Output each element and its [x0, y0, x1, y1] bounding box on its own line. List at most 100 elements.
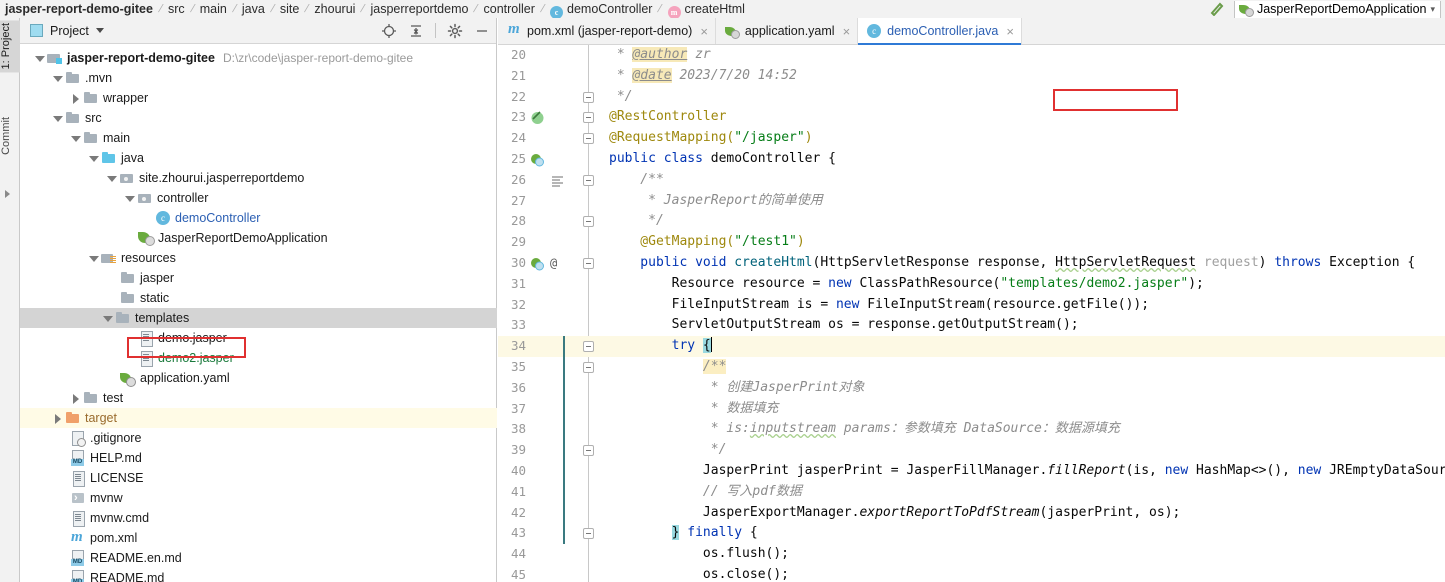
chevron-expanded-icon[interactable] [88, 153, 99, 164]
hammer-icon[interactable] [1210, 0, 1226, 18]
tree-row-src[interactable]: src [20, 108, 497, 128]
breadcrumb-item-src[interactable]: src [167, 0, 186, 18]
tree-row-jasper[interactable]: jasper [20, 268, 497, 288]
editor-tab-pom-xml[interactable]: m pom.xml (jasper-report-demo) × [498, 18, 716, 44]
tree-row-mvnw[interactable]: mvnw [20, 488, 497, 508]
editor-tab-democontroller-java[interactable]: c demoController.java × [858, 18, 1022, 45]
tree-row-templates[interactable]: templates [20, 308, 497, 328]
fold-toggle-icon[interactable] [583, 341, 594, 353]
tree-row-pom-xml[interactable]: pom.xml [20, 528, 497, 548]
close-icon[interactable]: × [843, 25, 851, 38]
code-line-22: */ [609, 88, 633, 104]
override-marker-icon[interactable]: @ [550, 256, 565, 271]
spring-boot-icon [1238, 3, 1254, 17]
tree-row-mvnw-cmd[interactable]: mvnw.cmd [20, 508, 497, 528]
tree-row-site-zhourui-jasperreportdemo[interactable]: site.zhourui.jasperreportdemo [20, 168, 497, 188]
doc-comment-icon[interactable] [550, 173, 565, 188]
spring-bean-icon[interactable] [530, 110, 545, 125]
fold-toggle-icon[interactable] [583, 174, 594, 186]
fold-toggle-icon[interactable] [583, 133, 594, 145]
hide-panel-icon[interactable] [474, 23, 490, 39]
tree-row-democontroller[interactable]: c demoController [20, 208, 497, 228]
fold-toggle-icon[interactable] [583, 528, 594, 540]
run-configuration-selector[interactable]: JasperReportDemoApplication ▾ [1233, 0, 1441, 18]
chevron-collapsed-icon[interactable] [52, 413, 63, 424]
tree-row-jasper-report-demo-gitee[interactable]: jasper-report-demo-gitee D:\zr\code\jasp… [20, 48, 497, 68]
tree-row-readme-en-md[interactable]: README.en.md [20, 548, 497, 568]
fold-toggle-icon[interactable] [583, 445, 594, 457]
close-icon[interactable]: × [700, 25, 708, 38]
fold-toggle-icon[interactable] [583, 257, 594, 269]
breadcrumb-item-label: demoController [567, 1, 653, 16]
tree-row-mvn[interactable]: .mvn [20, 68, 497, 88]
spring-app-icon [138, 230, 155, 246]
editor-text-area[interactable]: * @author zr * @date 2023/7/20 14:52 */ … [605, 45, 1445, 582]
chevron-expanded-icon[interactable] [70, 133, 81, 144]
tree-row-jasperreportdemoapplication[interactable]: JasperReportDemoApplication [20, 228, 497, 248]
fold-toggle-icon[interactable] [583, 112, 594, 124]
chevron-expanded-icon[interactable] [34, 53, 45, 64]
tree-row-readme-md[interactable]: README.md [20, 568, 497, 582]
chevron-expanded-icon[interactable] [102, 313, 113, 324]
locate-icon[interactable] [381, 23, 397, 39]
editor-tab-application-yaml[interactable]: application.yaml × [715, 18, 859, 44]
tree-row-static[interactable]: static [20, 288, 497, 308]
fold-toggle-icon[interactable] [583, 91, 594, 103]
chevron-expanded-icon[interactable] [88, 253, 99, 264]
chevron-down-icon[interactable] [95, 28, 104, 33]
line-number: 44 [510, 546, 526, 562]
code-editor[interactable]: 20 21 22 23 24 25 26 27 28 29 30 @ 31 32… [498, 45, 1445, 582]
tree-row-demo-jasper[interactable]: demo.jasper [20, 328, 497, 348]
breadcrumb-item-createhtml[interactable]: m createHtml [667, 0, 746, 18]
editor-gutter[interactable]: 20 21 22 23 24 25 26 27 28 29 30 @ 31 32… [498, 45, 605, 582]
chevron-expanded-icon[interactable] [52, 73, 63, 84]
spring-component-icon[interactable] [530, 256, 545, 271]
line-number: 40 [510, 462, 526, 478]
tree-row-java[interactable]: java [20, 148, 497, 168]
tool-window-button-project[interactable]: 1: Project [0, 20, 20, 73]
tree-row-gitignore[interactable]: .gitignore [20, 428, 497, 448]
code-line-31: Resource resource = new ClassPathResourc… [609, 275, 1204, 291]
tree-row-resources[interactable]: resources [20, 248, 497, 268]
spring-component-icon[interactable] [530, 152, 545, 167]
breadcrumb-item-democontroller[interactable]: c demoController [549, 0, 653, 18]
breadcrumb-item-project[interactable]: jasper-report-demo-gitee [4, 0, 154, 18]
breadcrumb-item-site[interactable]: site [279, 0, 300, 18]
collapse-all-icon[interactable] [408, 23, 424, 39]
code-line-27: * JasperReport的简单使用 [609, 192, 823, 208]
tree-row-license[interactable]: LICENSE [20, 468, 497, 488]
breadcrumb-item-controller[interactable]: controller [483, 0, 536, 18]
tree-item-label: pom.xml [90, 531, 138, 545]
line-number: 23 [510, 109, 526, 125]
toolbar-divider [435, 23, 436, 38]
breadcrumb-item-main[interactable]: main [199, 0, 228, 18]
breadcrumb-item-jasperreportdemo[interactable]: jasperreportdemo [369, 0, 469, 18]
tool-window-button-commit[interactable]: Commit [0, 114, 20, 158]
chevron-expanded-icon[interactable] [106, 173, 117, 184]
tree-row-help-md[interactable]: HELP.md [20, 448, 497, 468]
close-icon[interactable]: × [1006, 25, 1014, 38]
chevron-collapsed-icon[interactable] [70, 93, 81, 104]
tree-row-test[interactable]: test [20, 388, 497, 408]
editor-tab-label: application.yaml [744, 24, 835, 38]
breadcrumb-item-java[interactable]: java [241, 0, 266, 18]
tree-row-controller[interactable]: controller [20, 188, 497, 208]
gutter-line: 34 [498, 336, 605, 357]
tree-row-target[interactable]: target [20, 408, 497, 428]
project-tree[interactable]: jasper-report-demo-gitee D:\zr\code\jasp… [20, 44, 497, 582]
tree-row-wrapper[interactable]: wrapper [20, 88, 497, 108]
chevron-expanded-icon[interactable] [52, 113, 63, 124]
chevron-expanded-icon[interactable] [124, 193, 135, 204]
breadcrumb-item-zhourui[interactable]: zhourui [313, 0, 356, 18]
fold-toggle-icon[interactable] [583, 216, 594, 228]
chevron-down-icon[interactable]: ▾ [1430, 4, 1435, 15]
tree-row-application-yaml[interactable]: application.yaml [20, 368, 497, 388]
tree-item-label: site.zhourui.jasperreportdemo [139, 171, 305, 185]
fold-toggle-icon[interactable] [583, 361, 594, 373]
expand-arrow-icon[interactable] [5, 190, 10, 198]
tree-row-demo2-jasper[interactable]: demo2.jasper [20, 348, 497, 368]
editor-tab-label: demoController.java [887, 24, 999, 38]
gear-icon[interactable] [447, 23, 463, 39]
chevron-collapsed-icon[interactable] [70, 393, 81, 404]
tree-row-main[interactable]: main [20, 128, 497, 148]
